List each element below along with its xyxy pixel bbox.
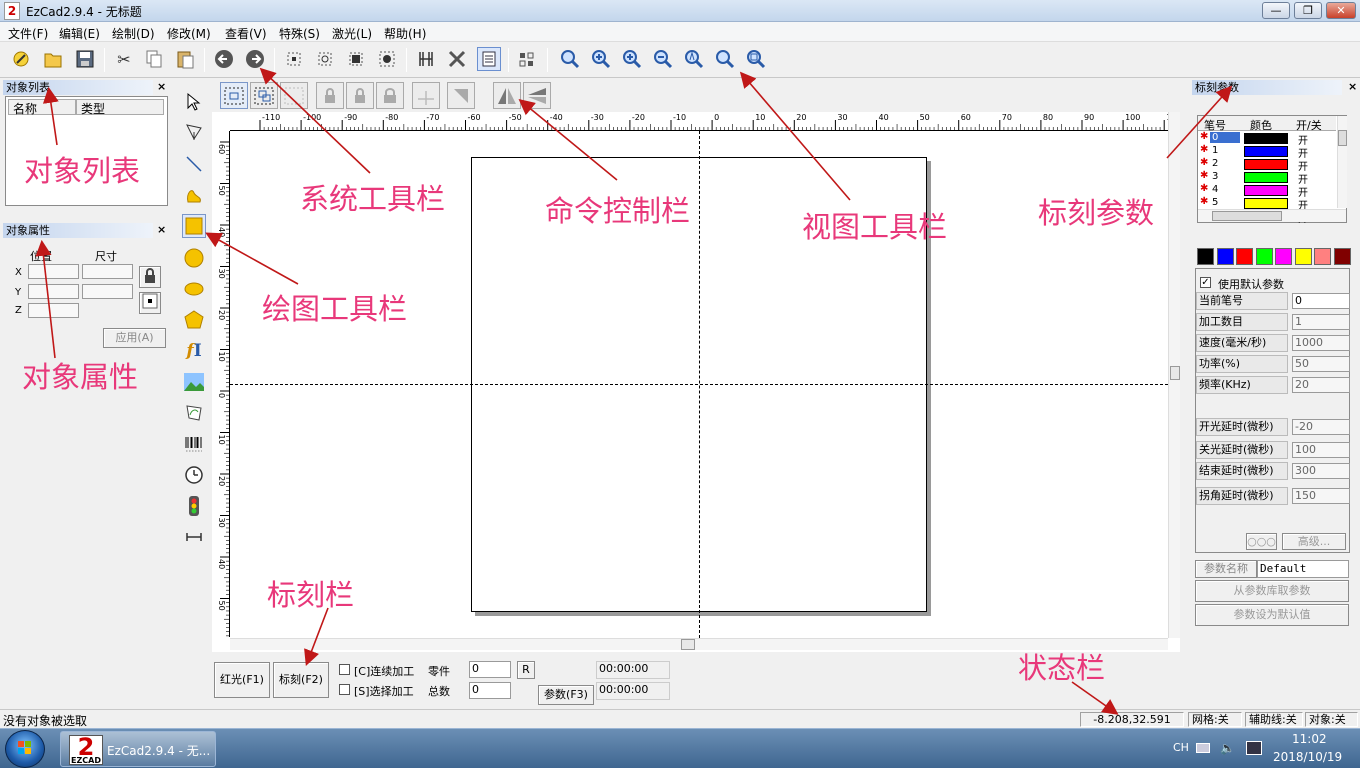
arrow-system-toolbar	[259, 67, 371, 174]
arrow-mark-bar	[304, 607, 329, 666]
annotation-object-list: 对象列表	[24, 154, 141, 188]
annotation-view-toolbar: 视图工具栏	[802, 210, 948, 244]
annotation-command-bar: 命令控制栏	[545, 194, 691, 228]
annotation-arrows	[35, 67, 1233, 715]
annotation-object-props: 对象属性	[22, 360, 139, 394]
annotation-mark-params: 标刻参数	[1038, 196, 1155, 230]
annotation-draw-toolbar: 绘图工具栏	[262, 292, 408, 326]
arrow-object-list	[42, 86, 59, 146]
arrow-draw-toolbar	[205, 232, 299, 285]
arrow-mark-params	[1166, 85, 1233, 159]
arrow-object-props	[35, 239, 56, 359]
annotation-status-bar: 状态栏	[1018, 651, 1106, 685]
arrow-command-bar	[518, 98, 618, 181]
arrow-view-toolbar	[739, 71, 851, 201]
annotation-mark-bar: 标刻栏	[267, 578, 355, 612]
annotation-system-toolbar: 系统工具栏	[300, 182, 446, 216]
